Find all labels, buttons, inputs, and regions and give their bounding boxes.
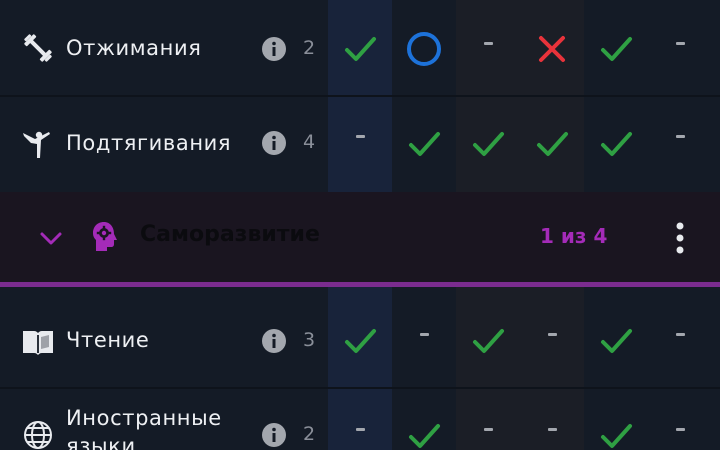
habit-row[interactable]: Отжимания 2 [0,0,720,96]
group-title: Саморазвитие [140,222,320,247]
day-cell[interactable] [648,23,712,63]
day-cell[interactable] [456,409,520,449]
group-accent-line [0,282,720,287]
check-icon [473,329,504,353]
dash-icon [355,427,365,431]
open-book-icon [22,326,54,358]
check-icon [601,37,632,61]
day-cell[interactable] [520,124,584,164]
day-cell[interactable] [328,116,392,156]
day-cell[interactable] [328,321,392,361]
habit-name: Иностранные [66,406,222,430]
day-cell[interactable] [456,321,520,361]
dash-icon [547,427,557,431]
info-icon[interactable] [261,328,287,354]
day-cell[interactable] [584,416,648,450]
day-cell[interactable] [520,409,584,449]
dash-icon [419,332,429,336]
check-icon [345,37,376,61]
day-cell[interactable] [584,29,648,69]
day-cell[interactable] [328,409,392,449]
gymnastics-icon [22,128,54,160]
info-icon[interactable] [261,36,287,62]
info-icon[interactable] [261,130,287,156]
more-vertical-icon[interactable] [665,218,695,258]
chevron-down-icon[interactable] [38,225,64,251]
check-icon [409,132,440,156]
day-cell[interactable] [584,321,648,361]
day-cell[interactable] [648,314,712,354]
habit-name: Отжимания [66,36,202,60]
dash-icon [355,134,365,138]
habit-name: Подтягивания [66,131,232,155]
day-cell[interactable] [648,409,712,449]
cross-icon [539,36,565,62]
habit-row[interactable]: Иностранные языки 2 [0,389,720,450]
day-cell[interactable] [648,116,712,156]
day-cell[interactable] [392,29,456,69]
group-progress: 1 из 4 [540,224,608,248]
dash-icon [675,41,685,45]
dash-icon [483,41,493,45]
day-cell[interactable] [328,29,392,69]
habit-count: 2 [302,423,316,445]
habit-count: 4 [302,131,316,153]
habit-name: Чтение [66,328,150,352]
check-icon [409,424,440,448]
day-cell[interactable] [392,314,456,354]
day-cell[interactable] [456,23,520,63]
habit-count: 3 [302,329,316,351]
check-icon [601,424,632,448]
dash-icon [675,332,685,336]
check-icon [537,132,568,156]
habit-name-continued: языки [66,434,136,450]
day-cell[interactable] [392,416,456,450]
empty-circle-icon [407,32,441,66]
day-cell[interactable] [520,314,584,354]
brain-gear-icon [90,220,122,254]
habit-row[interactable]: Подтягивания 4 [0,97,720,190]
check-icon [345,329,376,353]
day-cell[interactable] [584,124,648,164]
info-icon[interactable] [261,422,287,448]
day-cell[interactable] [520,29,584,69]
dash-icon [483,427,493,431]
globe-icon [22,419,54,450]
habit-count: 2 [302,37,316,59]
dumbbell-icon [22,32,54,64]
dash-icon [675,427,685,431]
dash-icon [675,134,685,138]
day-cell[interactable] [392,124,456,164]
check-icon [473,132,504,156]
day-cell[interactable] [456,124,520,164]
habit-row[interactable]: Чтение 3 [0,293,720,387]
dash-icon [547,332,557,336]
check-icon [601,329,632,353]
check-icon [601,132,632,156]
